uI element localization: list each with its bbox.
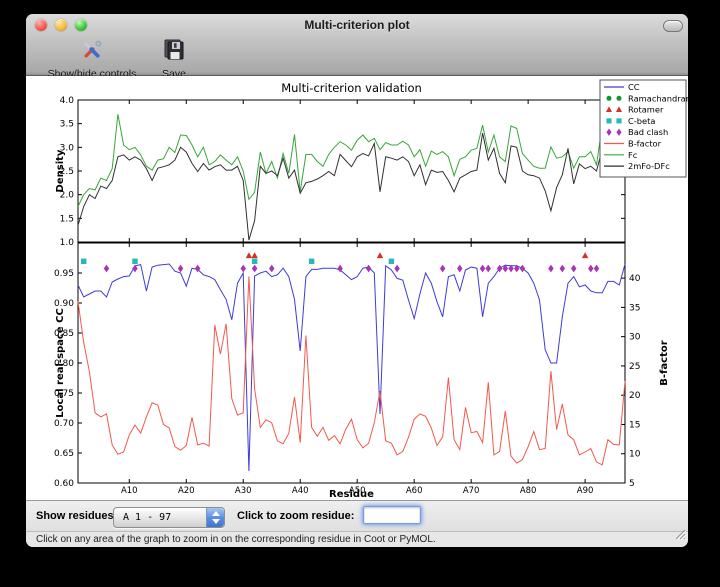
legend-ramachandran-label: Ramachandran xyxy=(628,93,688,103)
top-axes-density: 1.01.52.02.53.03.54.0 xyxy=(60,96,625,248)
save-button[interactable]: Save xyxy=(152,38,196,76)
window-chrome: Multi-criterion plot Show/hide cont xyxy=(26,14,688,76)
bfactor-tick-label: 35 xyxy=(629,303,640,313)
status-bar: Click on any area of the graph to zoom i… xyxy=(26,531,688,547)
legend-b-factor-label: B-factor xyxy=(628,139,662,149)
residue-tick-label: A90 xyxy=(577,486,594,496)
plot-title: Multi-criterion validation xyxy=(281,81,422,95)
bfactor-tick-label: 15 xyxy=(629,420,640,430)
legend-rotamer-label: Rotamer xyxy=(628,105,664,115)
window-title: Multi-criterion plot xyxy=(26,14,688,36)
multi-criterion-plot-window: Multi-criterion plot Show/hide cont xyxy=(26,14,688,547)
zoom-residue-input[interactable] xyxy=(363,506,421,524)
multi-criterion-validation-plot[interactable]: 1.01.52.02.53.03.54.0Multi-criterion val… xyxy=(26,76,688,500)
legend: CCRamachandran RotamerC-betaBad clash B-fa… xyxy=(600,80,688,177)
residue-tick-label: A20 xyxy=(178,486,195,496)
bfactor-tick-label: 5 xyxy=(629,479,635,489)
legend-c-beta-label: C-beta xyxy=(628,116,656,126)
resize-grip-icon[interactable] xyxy=(675,527,686,545)
cc-tick-label: 0.60 xyxy=(54,479,74,489)
density-tick-label: 3.5 xyxy=(60,120,74,130)
crossed-tools-icon xyxy=(79,38,105,67)
bfactor-axis-label: B-factor xyxy=(659,340,670,385)
residue-tick-label: A10 xyxy=(121,486,138,496)
figure-canvas[interactable]: 1.01.52.02.53.03.54.0Multi-criterion val… xyxy=(26,76,688,500)
toolbar-toggle-lozenge-icon[interactable] xyxy=(663,20,683,32)
show-hide-controls-button[interactable]: Show/hide controls xyxy=(34,38,150,76)
click-to-zoom-label: Click to zoom residue: xyxy=(237,501,354,532)
residue-axis-label: Residue xyxy=(329,489,374,500)
density-axis-label: Density xyxy=(55,149,66,192)
bfactor-tick-label: 20 xyxy=(629,391,641,401)
legend-fc-label: Fc xyxy=(628,150,638,160)
dropdown-stepper-icon[interactable] xyxy=(206,508,224,527)
cc-tick-label: 0.90 xyxy=(54,299,74,309)
legend-2mfo-dfc-label: 2mFo-DFc xyxy=(628,161,670,171)
bfactor-tick-label: 10 xyxy=(629,450,641,460)
legend-cc-label: CC xyxy=(628,82,640,92)
title-bar[interactable]: Multi-criterion plot xyxy=(26,14,688,36)
legend-bad-clash-label: Bad clash xyxy=(628,127,668,137)
residue-tick-label: A40 xyxy=(292,486,309,496)
residue-tick-label: A80 xyxy=(520,486,537,496)
control-bar: Show residues: A 1 - 97 Click to zoom re… xyxy=(26,500,688,531)
cc-tick-label: 0.65 xyxy=(54,449,74,459)
bfactor-tick-label: 25 xyxy=(629,362,640,372)
residue-tick-label: A30 xyxy=(235,486,252,496)
density-tick-label: 4.0 xyxy=(60,96,75,106)
bfactor-tick-label: 40 xyxy=(629,274,641,284)
density-tick-label: 1.5 xyxy=(60,214,74,224)
cc-tick-label: 0.70 xyxy=(54,419,74,429)
bottom-axes-cc-bfactor: 0.600.650.700.750.800.850.900.9551015202… xyxy=(54,243,641,496)
cc-axis-label: Local real-space CC xyxy=(55,308,66,418)
bfactor-tick-label: 30 xyxy=(629,333,641,343)
residue-tick-label: A60 xyxy=(406,486,423,496)
status-text: Click on any area of the graph to zoom i… xyxy=(36,532,436,547)
residue-tick-label: A70 xyxy=(463,486,480,496)
top-axes-frame xyxy=(78,100,625,242)
floppy-disk-icon xyxy=(161,38,187,67)
cc-tick-label: 0.95 xyxy=(54,269,74,279)
show-residues-label: Show residues: xyxy=(36,501,117,532)
density-tick-label: 1.0 xyxy=(60,238,75,248)
residue-range-dropdown[interactable]: A 1 - 97 xyxy=(113,507,225,528)
residue-range-value: A 1 - 97 xyxy=(123,508,171,527)
